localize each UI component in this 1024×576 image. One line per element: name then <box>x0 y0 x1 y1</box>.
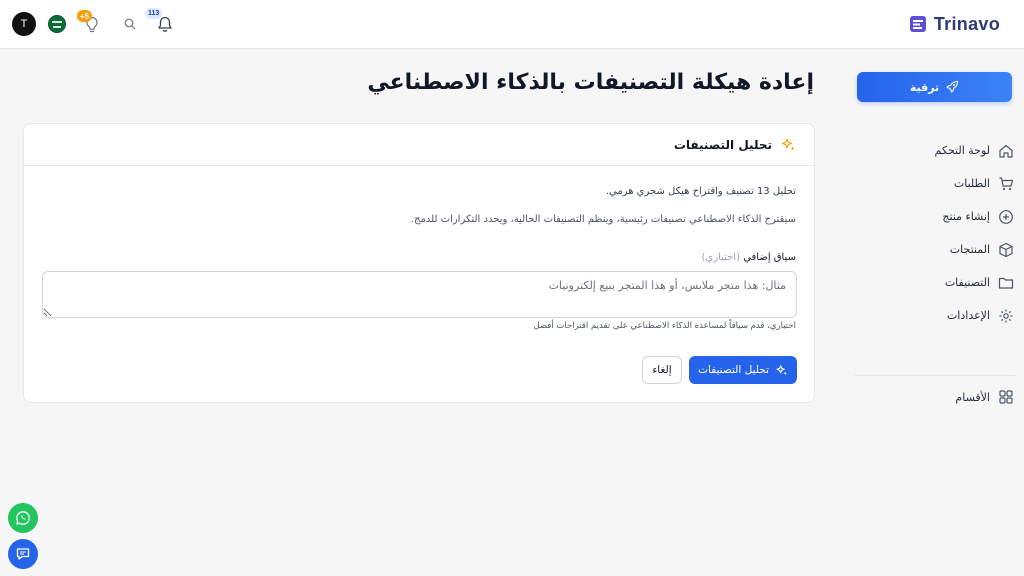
top-bar: Trinavo T +5 113 <box>0 0 1024 49</box>
upgrade-label: ترقية <box>909 80 940 94</box>
grid-icon <box>999 390 1013 404</box>
tips-badge: +5 <box>77 10 93 22</box>
analysis-card: تحليل التصنيفات تحليل 13 تصنيف واقتراح ه… <box>23 123 815 403</box>
context-hint: اختياري، قدم سياقاً لمساعدة الذكاء الاصط… <box>533 321 796 331</box>
sidebar-item-label: لوحة التحكم <box>934 144 990 157</box>
sidebar-item-dashboard[interactable]: لوحة التحكم <box>864 134 1014 167</box>
analyze-button-label: تحليل التصنيفات <box>698 364 769 376</box>
sidebar-item-label: المنتجات <box>949 243 990 256</box>
context-label-text: سياق إضافي <box>743 252 796 263</box>
upgrade-button[interactable]: ترقية <box>857 72 1012 102</box>
summary-text: تحليل 13 تصنيف واقتراح هيكل شجري هرمي. <box>605 186 796 197</box>
rocket-icon <box>946 80 959 93</box>
brand-logo[interactable]: Trinavo <box>908 12 1000 36</box>
sidebar-item-sections[interactable]: الأقسام <box>864 385 1014 409</box>
plus-circle-icon <box>999 209 1013 224</box>
description-text: سيقترح الذكاء الاصطناعي تصنيفات رئيسية، … <box>410 214 796 225</box>
folder-icon <box>998 277 1014 289</box>
sparkles-icon <box>781 137 795 150</box>
box-icon <box>999 242 1013 257</box>
sidebar-item-settings[interactable]: الإعدادات <box>864 299 1014 332</box>
notifications-badge: 113 <box>145 8 163 19</box>
sidebar-nav: لوحة التحكم الطلبات إنشاء منتج المنتجات … <box>864 134 1014 332</box>
sidebar-item-create-product[interactable]: إنشاء منتج <box>864 200 1014 233</box>
search-icon[interactable] <box>124 18 136 30</box>
home-icon <box>999 144 1013 158</box>
context-textarea[interactable] <box>42 271 797 318</box>
sidebar-item-label: التصنيفات <box>944 276 990 289</box>
analyze-categories-button[interactable]: تحليل التصنيفات <box>689 356 797 384</box>
sidebar-item-orders[interactable]: الطلبات <box>864 167 1014 200</box>
language-flag-icon[interactable] <box>48 15 66 33</box>
whatsapp-icon <box>16 511 30 525</box>
sidebar-item-label: الإعدادات <box>946 309 990 322</box>
brand-name: Trinavo <box>933 13 1000 34</box>
cart-icon <box>999 176 1014 190</box>
sidebar-divider <box>854 375 1015 376</box>
context-optional-text: (اختياري) <box>701 252 740 263</box>
context-label: سياق إضافي (اختياري) <box>701 252 796 263</box>
page-title: إعادة هيكلة التصنيفات بالذكاء الاصطناعي <box>367 70 814 95</box>
sidebar-item-label: إنشاء منتج <box>942 210 990 223</box>
chat-button[interactable] <box>8 539 38 569</box>
sidebar-item-products[interactable]: المنتجات <box>864 233 1014 266</box>
card-header: تحليل التصنيفات <box>24 124 814 166</box>
cancel-button[interactable]: إلغاء <box>642 356 682 384</box>
chat-icon <box>16 548 30 560</box>
gear-icon <box>999 309 1013 322</box>
sidebar-item-label: الأقسام <box>955 390 990 404</box>
card-title: تحليل التصنيفات <box>673 137 772 152</box>
sidebar-item-categories[interactable]: التصنيفات <box>864 266 1014 299</box>
whatsapp-button[interactable] <box>8 503 38 533</box>
avatar[interactable]: T <box>12 12 36 36</box>
logo-icon <box>909 16 926 32</box>
sidebar-item-label: الطلبات <box>953 177 990 190</box>
sparkles-icon <box>776 364 787 375</box>
